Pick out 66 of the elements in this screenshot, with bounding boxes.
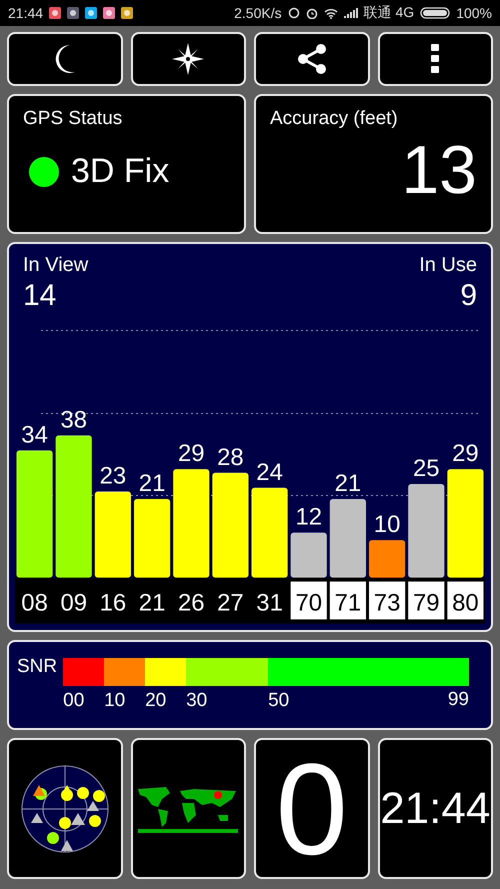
app-notification-icon — [121, 7, 134, 19]
snr-scale-label: 20 — [145, 690, 166, 711]
satellite-id: 26 — [178, 589, 205, 616]
snr-scale-label: 10 — [104, 690, 126, 711]
satellite-id: 31 — [256, 589, 283, 616]
signal-icon — [344, 8, 358, 18]
satellite-id: 70 — [295, 589, 322, 616]
snr-scale-label: 50 — [268, 690, 290, 711]
in-use-count: 9 — [460, 279, 477, 313]
satellite-id: 80 — [452, 589, 479, 616]
toolbar-button[interactable] — [130, 32, 246, 86]
snr-value: 29 — [452, 440, 479, 468]
snr-value: 25 — [412, 455, 440, 482]
snr-scale-label: 30 — [186, 690, 208, 711]
satellite-id: 73 — [374, 589, 400, 616]
in-use-label: In Use — [419, 254, 477, 277]
app-notification-icon — [67, 7, 80, 19]
snr-value: 12 — [295, 504, 322, 531]
snr-value: 21 — [334, 470, 362, 498]
satellite-id: 79 — [412, 589, 440, 616]
speed-value: 0 — [276, 744, 348, 874]
snr-value: 23 — [100, 462, 126, 490]
app-notification-icon — [103, 7, 116, 19]
satellite-id: 08 — [21, 589, 48, 616]
in-view-label: In View — [23, 254, 88, 277]
network-speed: 2.50K/s — [234, 5, 282, 21]
snr-scale-label: 00 — [63, 690, 84, 711]
in-view-count: 14 — [23, 279, 58, 313]
clock-time: 21:44 — [380, 784, 490, 834]
toolbar-button[interactable] — [7, 32, 122, 86]
sky-plot-tile[interactable] — [7, 738, 122, 879]
world-map-tile[interactable] — [130, 738, 246, 879]
sync-icon — [288, 7, 300, 19]
share-icon — [296, 43, 327, 75]
snr-value: 24 — [256, 458, 283, 486]
snr-title: SNR — [17, 656, 58, 678]
satellite-id: 27 — [217, 589, 244, 616]
snr-value: 28 — [217, 444, 244, 471]
satellite-id: 16 — [100, 589, 126, 616]
compass-star-icon — [172, 43, 204, 75]
snr-value: 38 — [60, 406, 88, 434]
snr-value: 29 — [178, 440, 205, 468]
app-notification-icon — [49, 7, 62, 19]
wifi-icon — [324, 8, 338, 18]
satellite-id: 21 — [138, 589, 166, 616]
fix-status: 3D Fix — [71, 152, 170, 191]
snr-value: 21 — [138, 470, 166, 498]
app-notification-icon — [85, 7, 98, 19]
battery-percent: 100% — [456, 5, 492, 21]
snr-value: 34 — [21, 421, 48, 448]
toolbar-button[interactable] — [378, 32, 493, 86]
satellite-id: 71 — [334, 589, 362, 616]
moon-icon — [54, 44, 76, 74]
overflow-menu-icon — [431, 44, 440, 74]
accuracy-value: 13 — [401, 136, 477, 204]
card-title: Accuracy (feet) — [270, 108, 398, 130]
satellite-id: 09 — [60, 589, 88, 616]
snr-scale-label: 99 — [448, 689, 469, 711]
toolbar-button[interactable] — [254, 32, 370, 86]
card-title: GPS Status — [23, 108, 122, 130]
status-time: 21:44 — [8, 5, 44, 21]
battery-icon — [420, 7, 450, 19]
carrier-label: 联通 4G — [364, 4, 414, 22]
snr-value: 10 — [374, 511, 400, 538]
fix-status-dot — [29, 156, 59, 186]
alarm-icon — [306, 7, 318, 19]
